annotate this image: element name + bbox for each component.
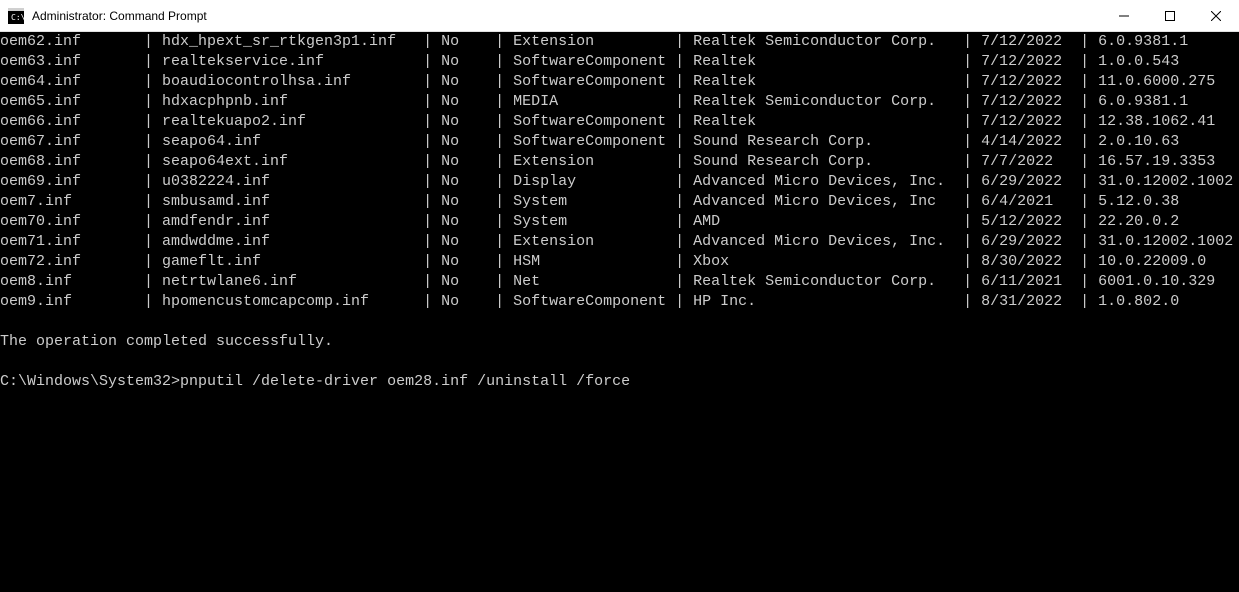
driver-row: oem68.inf | seapo64ext.inf | No | Extens…	[0, 152, 1239, 172]
blank-line	[0, 312, 1239, 332]
driver-row: oem70.inf | amdfendr.inf | No | System |…	[0, 212, 1239, 232]
close-button[interactable]	[1193, 0, 1239, 31]
prompt-line[interactable]: C:\Windows\System32>pnputil /delete-driv…	[0, 372, 1239, 392]
driver-row: oem7.inf | smbusamd.inf | No | System | …	[0, 192, 1239, 212]
driver-row: oem71.inf | amdwddme.inf | No | Extensio…	[0, 232, 1239, 252]
driver-row: oem62.inf | hdx_hpext_sr_rtkgen3p1.inf |…	[0, 32, 1239, 52]
minimize-button[interactable]	[1101, 0, 1147, 31]
cmd-icon: C:\	[8, 8, 24, 24]
driver-row: oem69.inf | u0382224.inf | No | Display …	[0, 172, 1239, 192]
title-bar: C:\ Administrator: Command Prompt	[0, 0, 1239, 32]
window-controls	[1101, 0, 1239, 31]
driver-row: oem66.inf | realtekuapo2.inf | No | Soft…	[0, 112, 1239, 132]
driver-row: oem63.inf | realtekservice.inf | No | So…	[0, 52, 1239, 72]
driver-row: oem8.inf | netrtwlane6.inf | No | Net | …	[0, 272, 1239, 292]
driver-row: oem9.inf | hpomencustomcapcomp.inf | No …	[0, 292, 1239, 312]
driver-row: oem65.inf | hdxacphpnb.inf | No | MEDIA …	[0, 92, 1239, 112]
driver-row: oem64.inf | boaudiocontrolhsa.inf | No |…	[0, 72, 1239, 92]
terminal-output[interactable]: oem62.inf | hdx_hpext_sr_rtkgen3p1.inf |…	[0, 32, 1239, 592]
svg-text:C:\: C:\	[11, 13, 24, 22]
blank-line	[0, 352, 1239, 372]
driver-row: oem67.inf | seapo64.inf | No | SoftwareC…	[0, 132, 1239, 152]
window-title: Administrator: Command Prompt	[32, 9, 1101, 23]
maximize-button[interactable]	[1147, 0, 1193, 31]
status-line: The operation completed successfully.	[0, 332, 1239, 352]
driver-row: oem72.inf | gameflt.inf | No | HSM | Xbo…	[0, 252, 1239, 272]
